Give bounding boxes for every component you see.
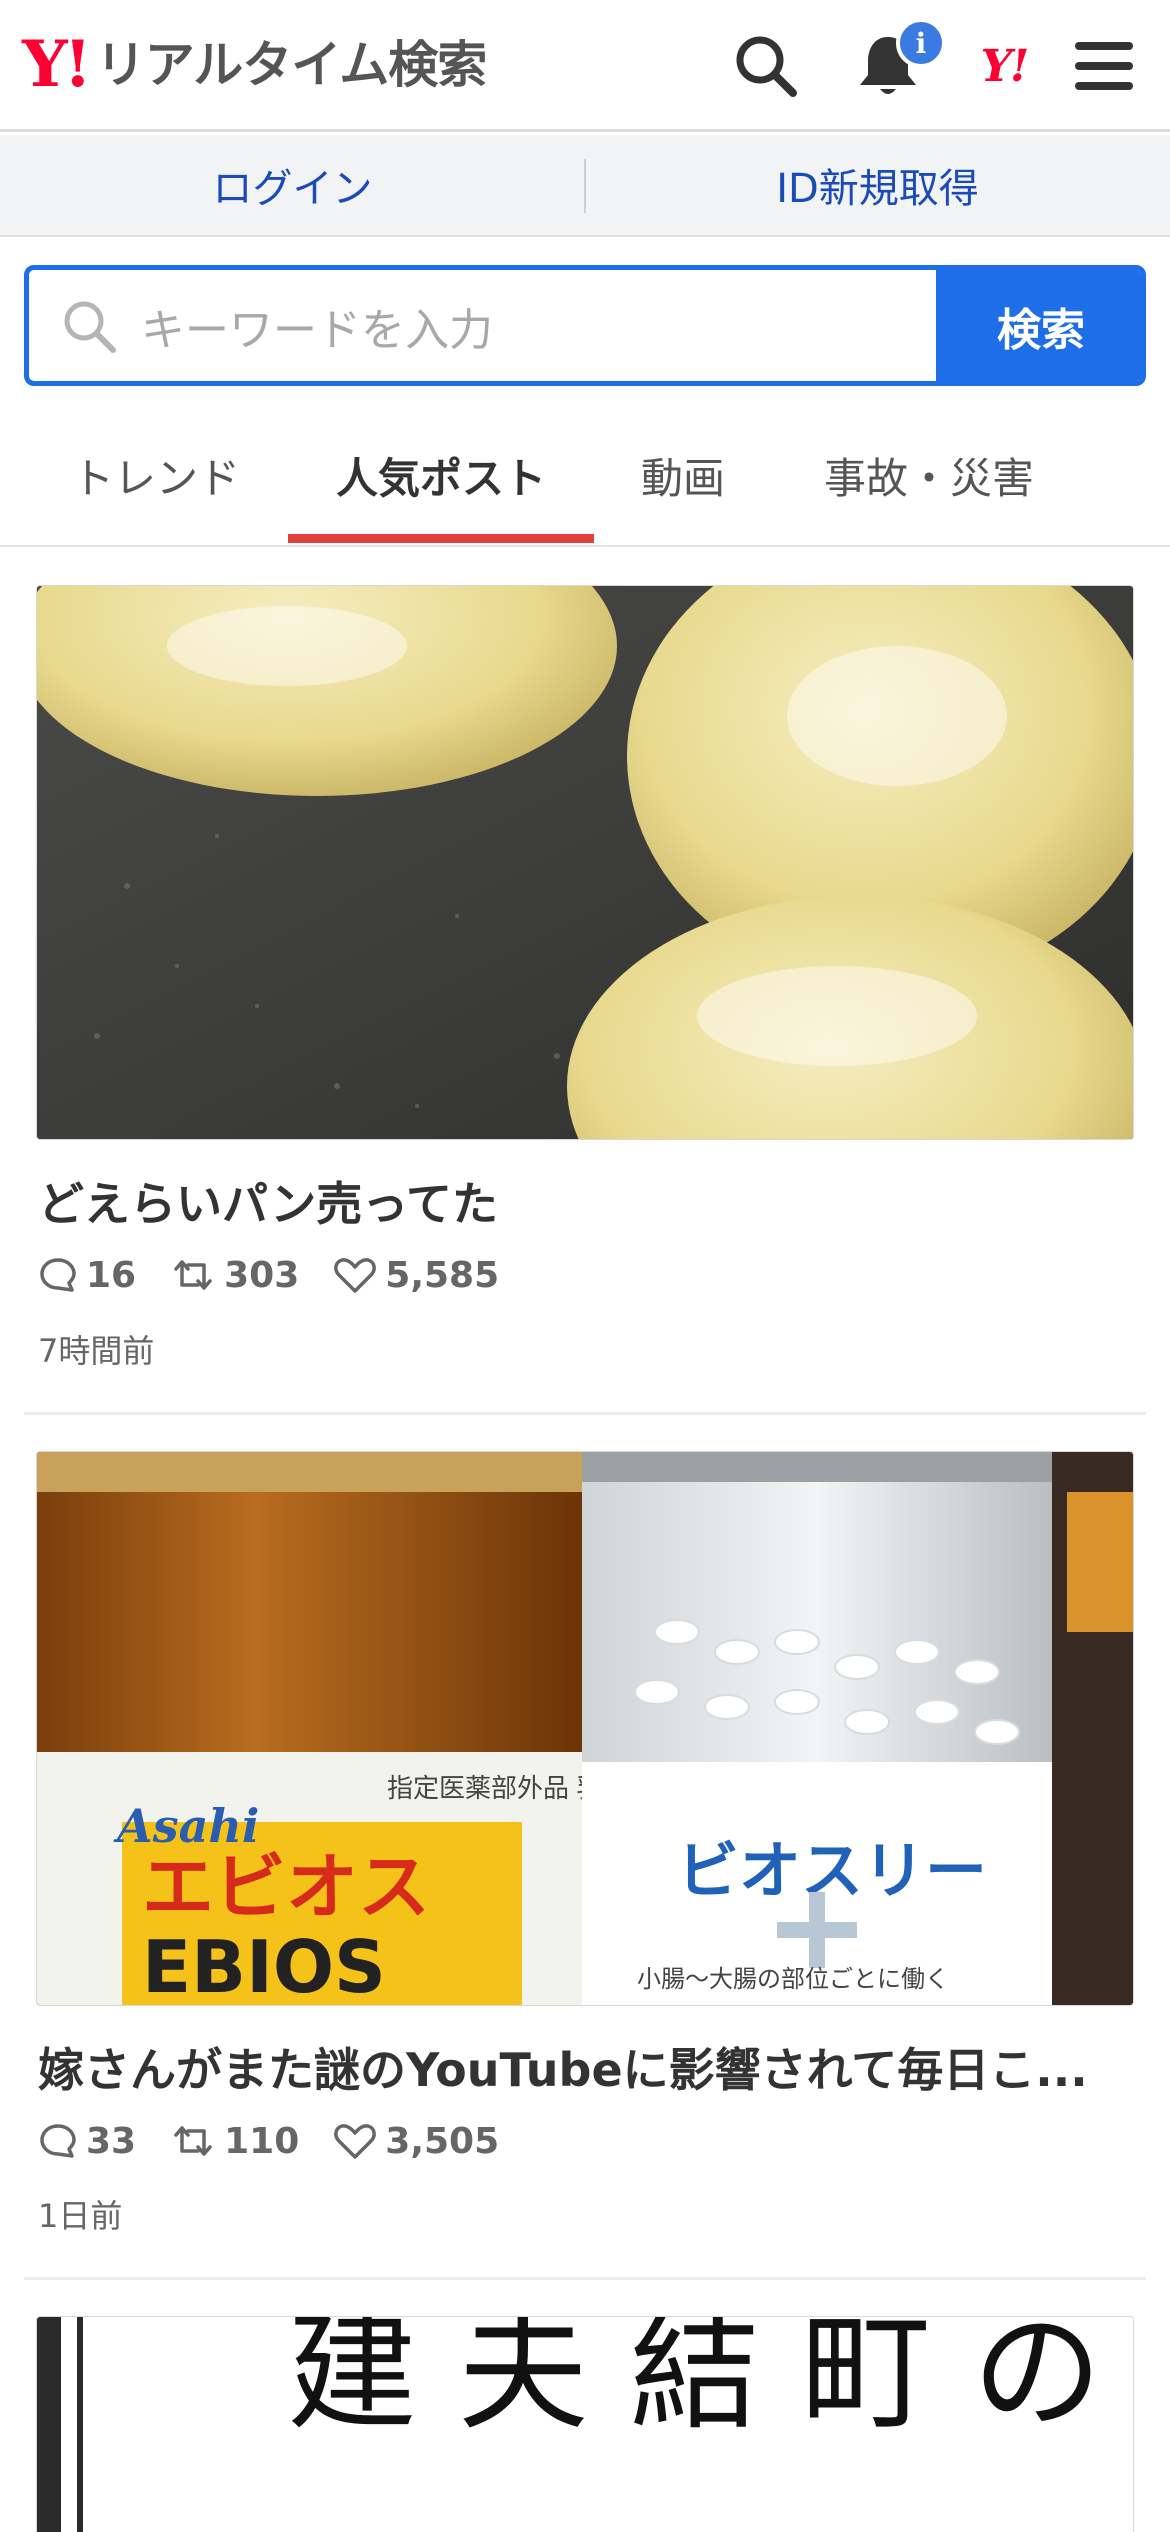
category-tabs: トレンド 人気ポスト 動画 事故・災害 — [0, 405, 1170, 547]
reply-icon — [40, 1258, 76, 1292]
like-count-value: 5,585 — [385, 1254, 500, 1296]
repost-icon — [174, 1260, 212, 1290]
post-timestamp: 1日前 — [38, 2197, 123, 2235]
repost-count-value: 110 — [224, 2120, 300, 2162]
repost-count-value: 303 — [224, 1254, 300, 1296]
tab-trend[interactable]: トレンド — [72, 445, 240, 506]
login-link[interactable]: ログイン — [0, 156, 585, 214]
reply-count[interactable]: 16 — [38, 1255, 136, 1296]
biothree-label: ビオスリー — [677, 1834, 987, 1907]
post-divider — [24, 1412, 1146, 1415]
repost-icon — [174, 2126, 212, 2156]
heart-icon — [334, 1258, 377, 1293]
like-count[interactable]: 5,585 — [333, 1255, 499, 1296]
post-stats: 33 110 3,505 — [38, 2116, 533, 2166]
ebios-en-label: EBIOS — [142, 1925, 386, 2006]
reply-count-value: 16 — [86, 1254, 137, 1296]
yahoo-realtime-logo[interactable]: Y! リアルタイム検索 — [22, 27, 487, 102]
like-count[interactable]: 3,505 — [333, 2121, 499, 2162]
notification-badge: i — [896, 18, 946, 68]
reply-count[interactable]: 33 — [38, 2121, 136, 2162]
account-bar-divider — [584, 159, 586, 213]
active-tab-indicator — [288, 534, 594, 543]
post-title[interactable]: どえらいパン売ってた — [38, 1168, 1138, 1234]
app-header: Y! リアルタイム検索 i Y! — [0, 0, 1170, 132]
reply-count-value: 33 — [86, 2120, 137, 2162]
search-form: キーワードを入力 検索 — [24, 265, 1146, 386]
repost-count[interactable]: 110 — [170, 2121, 299, 2162]
tab-video[interactable]: 動画 — [641, 445, 725, 506]
post-title[interactable]: 嫁さんがまた謎のYouTubeに影響されて毎日こ... — [38, 2034, 1138, 2100]
yahoo-home-icon[interactable]: Y! — [966, 28, 1042, 104]
image-text: 建 夫 結 町 の 建 婦 婚 — [287, 2317, 1134, 2448]
search-icon[interactable] — [728, 28, 804, 104]
logo-title: リアルタイム検索 — [95, 36, 487, 94]
reply-icon — [40, 2124, 76, 2158]
yahoo-mini-logo: Y! — [980, 40, 1030, 92]
tab-accident-disaster[interactable]: 事故・災害 — [824, 445, 1034, 506]
post-image-text-page[interactable]: 建 夫 結 町 の 建 婦 婚 — [36, 2316, 1134, 2532]
hamburger-menu-icon[interactable] — [1066, 28, 1142, 104]
search-field-icon — [59, 296, 119, 356]
like-count-value: 3,505 — [385, 2120, 500, 2162]
post-image-bread[interactable] — [36, 585, 1134, 1140]
post-timestamp: 7時間前 — [38, 1332, 155, 1370]
register-id-link[interactable]: ID新規取得 — [585, 156, 1170, 214]
post-divider — [24, 2277, 1146, 2280]
search-button[interactable]: 検索 — [936, 270, 1141, 381]
heart-icon — [334, 2124, 377, 2159]
ebios-jp-label: エビオス — [142, 1845, 430, 1929]
account-bar: ログイン ID新規取得 — [0, 135, 1170, 237]
tab-popular-posts[interactable]: 人気ポスト — [336, 445, 546, 506]
post-stats: 16 303 5,585 — [38, 1250, 533, 1300]
biothree-subtext: 小腸〜大腸の部位ごとに働く — [637, 1966, 949, 1993]
yahoo-logo-mark: Y! — [22, 27, 92, 102]
search-placeholder: キーワードを入力 — [141, 304, 493, 356]
post-image-supplements[interactable]: Asahi 指定医薬部外品 乳酸菌整腸薬 エビオス EBIOS ビオスリー 小腸… — [36, 1451, 1134, 2006]
search-input[interactable]: キーワードを入力 — [29, 270, 935, 381]
repost-count[interactable]: 303 — [170, 1255, 299, 1296]
